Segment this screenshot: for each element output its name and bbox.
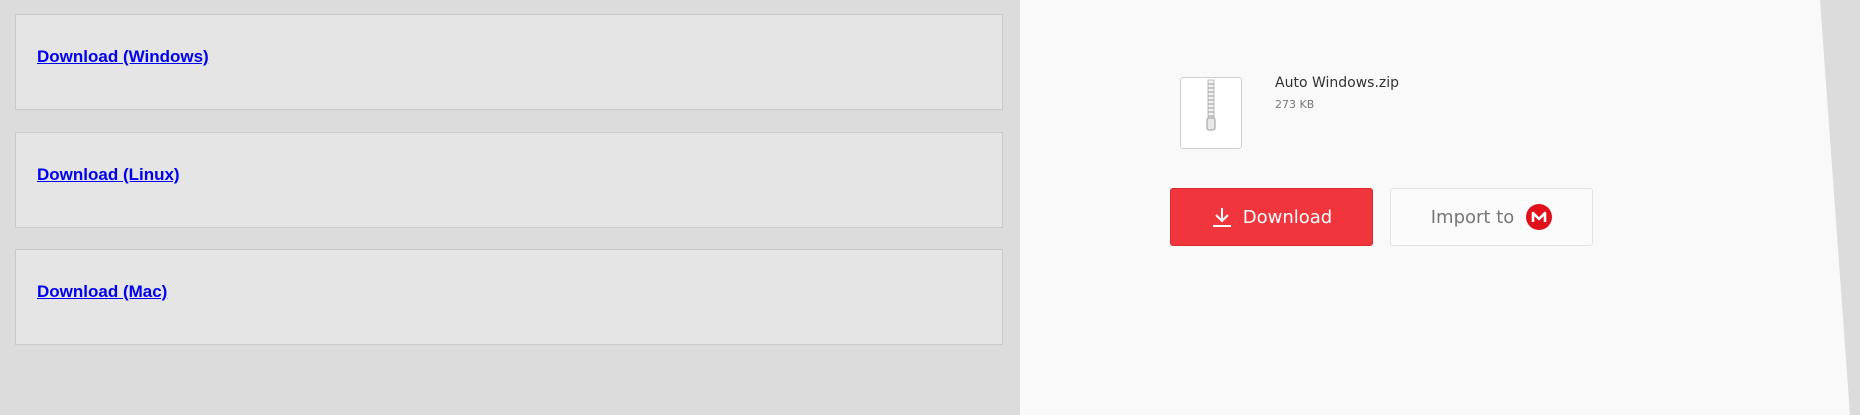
import-to-mega-button[interactable]: Import to <box>1390 188 1593 246</box>
download-arrow-icon <box>1211 206 1233 228</box>
download-windows-link[interactable]: Download (Windows) <box>37 47 209 67</box>
download-button-label: Download <box>1242 206 1333 228</box>
download-windows-box: Download (Windows) <box>15 14 1003 110</box>
panel-edge <box>1820 0 1860 415</box>
zip-file-icon <box>1180 77 1242 149</box>
file-name: Auto Windows.zip <box>1275 75 1400 91</box>
download-mac-link[interactable]: Download (Mac) <box>37 282 167 302</box>
download-button[interactable]: Download <box>1170 188 1373 246</box>
import-button-label: Import to <box>1430 206 1515 228</box>
download-links-panel: Download (Windows) Download (Linux) Down… <box>0 0 1020 415</box>
download-mac-box: Download (Mac) <box>15 249 1003 345</box>
mega-logo-icon <box>1526 204 1553 230</box>
file-size: 273 KB <box>1275 98 1315 111</box>
download-linux-link[interactable]: Download (Linux) <box>37 165 180 185</box>
download-linux-box: Download (Linux) <box>15 132 1003 228</box>
